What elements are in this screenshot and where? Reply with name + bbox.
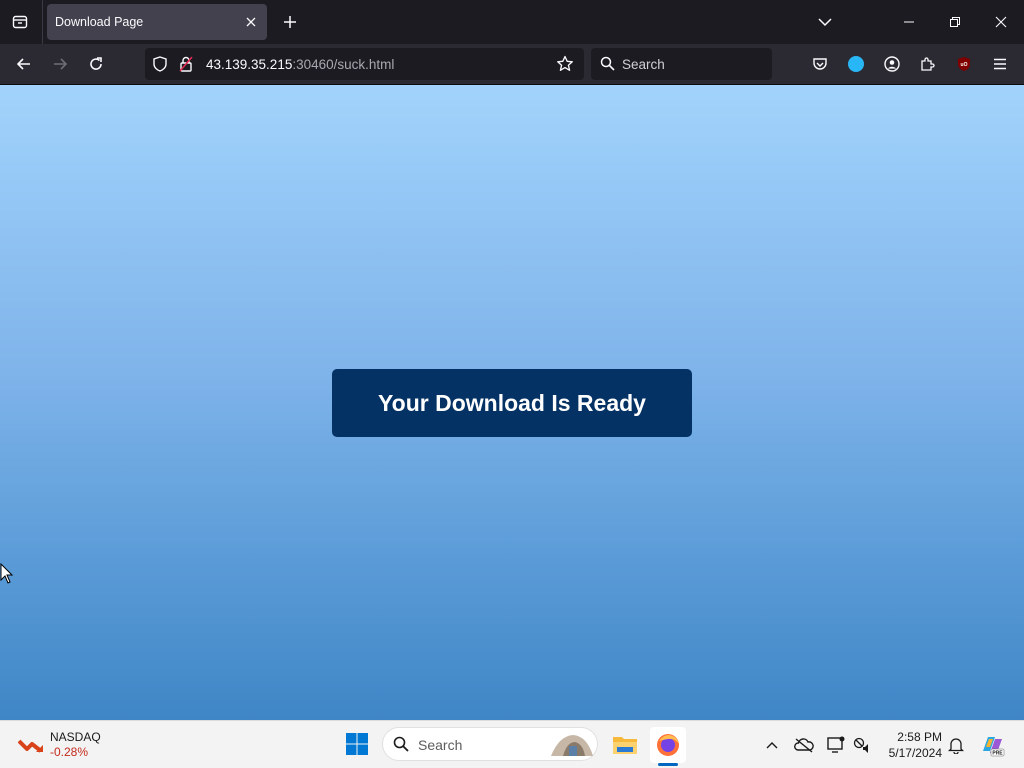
- show-hidden-icons-button[interactable]: [760, 733, 784, 757]
- notifications-button[interactable]: [944, 733, 968, 757]
- svg-text:PRE: PRE: [992, 751, 1003, 757]
- tracking-protection-shield-icon[interactable]: [153, 56, 167, 77]
- ublock-origin-button[interactable]: uO: [950, 50, 978, 78]
- onedrive-offline-icon: [794, 738, 814, 753]
- stock-name: NASDAQ: [50, 730, 101, 744]
- svg-text:uO: uO: [961, 62, 968, 68]
- search-placeholder: Search: [622, 57, 665, 72]
- hamburger-menu-icon: [994, 58, 1006, 70]
- reload-button[interactable]: [82, 50, 110, 78]
- firefox-taskbar-button[interactable]: [650, 727, 686, 763]
- display-icon: [827, 736, 845, 753]
- search-highlight-image-icon: [549, 730, 595, 763]
- tab-close-button[interactable]: [241, 12, 261, 32]
- new-tab-button[interactable]: [279, 11, 301, 33]
- windows-taskbar: NASDAQ -0.28% Search 2:58 PM 5/17/2024 P…: [0, 720, 1024, 768]
- app-menu-button[interactable]: [986, 50, 1014, 78]
- download-button[interactable]: Your Download Is Ready: [332, 369, 692, 437]
- minimize-button[interactable]: [886, 0, 932, 44]
- system-clock[interactable]: 2:58 PM 5/17/2024: [876, 729, 942, 761]
- back-button[interactable]: [10, 50, 38, 78]
- taskbar-search-placeholder: Search: [418, 737, 463, 753]
- tab-download-page[interactable]: Download Page: [47, 4, 267, 40]
- taskbar-search-box[interactable]: Search: [382, 727, 598, 761]
- close-icon: [246, 17, 256, 27]
- display-button[interactable]: [824, 733, 848, 757]
- arrow-right-icon: [54, 58, 68, 70]
- forward-button[interactable]: [46, 50, 74, 78]
- onedrive-button[interactable]: [792, 733, 816, 757]
- copilot-button[interactable]: PRE: [978, 733, 1006, 757]
- url-path: :30460/suck.html: [292, 57, 395, 72]
- active-app-indicator: [658, 763, 678, 766]
- address-bar[interactable]: 43.139.35.215:30460/suck.html: [145, 48, 584, 80]
- ublock-origin-icon: uO: [958, 57, 970, 71]
- firefox-view-icon: [12, 15, 28, 29]
- web-page-content: Your Download Is Ready: [0, 85, 1024, 720]
- restore-button[interactable]: [932, 0, 978, 44]
- clock-date: 5/17/2024: [888, 746, 942, 760]
- pocket-button[interactable]: [806, 50, 834, 78]
- extensions-button[interactable]: [914, 50, 942, 78]
- tab-title: Download Page: [55, 15, 144, 29]
- account-icon: [884, 56, 900, 72]
- mouse-cursor-icon: [0, 562, 14, 590]
- network-volume-icon: [853, 737, 868, 753]
- account-button[interactable]: [878, 50, 906, 78]
- search-bar[interactable]: Search: [591, 48, 772, 80]
- stock-change: -0.28%: [50, 745, 89, 759]
- close-icon: [995, 16, 1007, 28]
- file-explorer-taskbar-button[interactable]: [607, 727, 643, 763]
- close-window-button[interactable]: [978, 0, 1024, 44]
- extension-button[interactable]: [842, 50, 870, 78]
- copilot-icon: PRE: [983, 737, 1005, 757]
- tab-separator: [42, 0, 43, 44]
- start-button[interactable]: [340, 727, 374, 761]
- url-host: 43.139.35.215: [206, 57, 293, 72]
- bell-icon: [948, 738, 964, 754]
- search-icon: [393, 736, 409, 757]
- restore-icon: [950, 17, 960, 27]
- plus-icon: [284, 16, 296, 28]
- blue-circle-extension-icon: [848, 56, 864, 72]
- chevron-down-icon: [818, 18, 832, 27]
- url-text[interactable]: 43.139.35.215:30460/suck.html: [206, 57, 394, 72]
- chevron-up-icon: [766, 742, 778, 749]
- insecure-lock-icon[interactable]: [179, 56, 193, 77]
- firefox-view-button[interactable]: [6, 8, 34, 36]
- clock-time: 2:58 PM: [897, 730, 942, 744]
- search-icon: [600, 56, 615, 76]
- bookmark-star-icon[interactable]: [556, 55, 574, 78]
- firefox-icon: [657, 734, 679, 756]
- network-volume-button[interactable]: [850, 733, 874, 757]
- minimize-icon: [904, 21, 914, 23]
- pocket-icon: [813, 58, 827, 70]
- file-explorer-icon: [613, 737, 637, 754]
- stock-down-chart-icon: [17, 735, 44, 760]
- list-all-tabs-button[interactable]: [814, 11, 836, 33]
- puzzle-piece-icon: [921, 57, 935, 71]
- arrow-left-icon: [16, 58, 30, 70]
- tab-strip: Download Page: [0, 0, 1024, 44]
- navigation-toolbar: 43.139.35.215:30460/suck.html Search uO: [0, 44, 1024, 85]
- stock-widget[interactable]: NASDAQ -0.28%: [14, 727, 114, 763]
- reload-icon: [90, 57, 102, 70]
- windows-logo-icon: [346, 733, 368, 755]
